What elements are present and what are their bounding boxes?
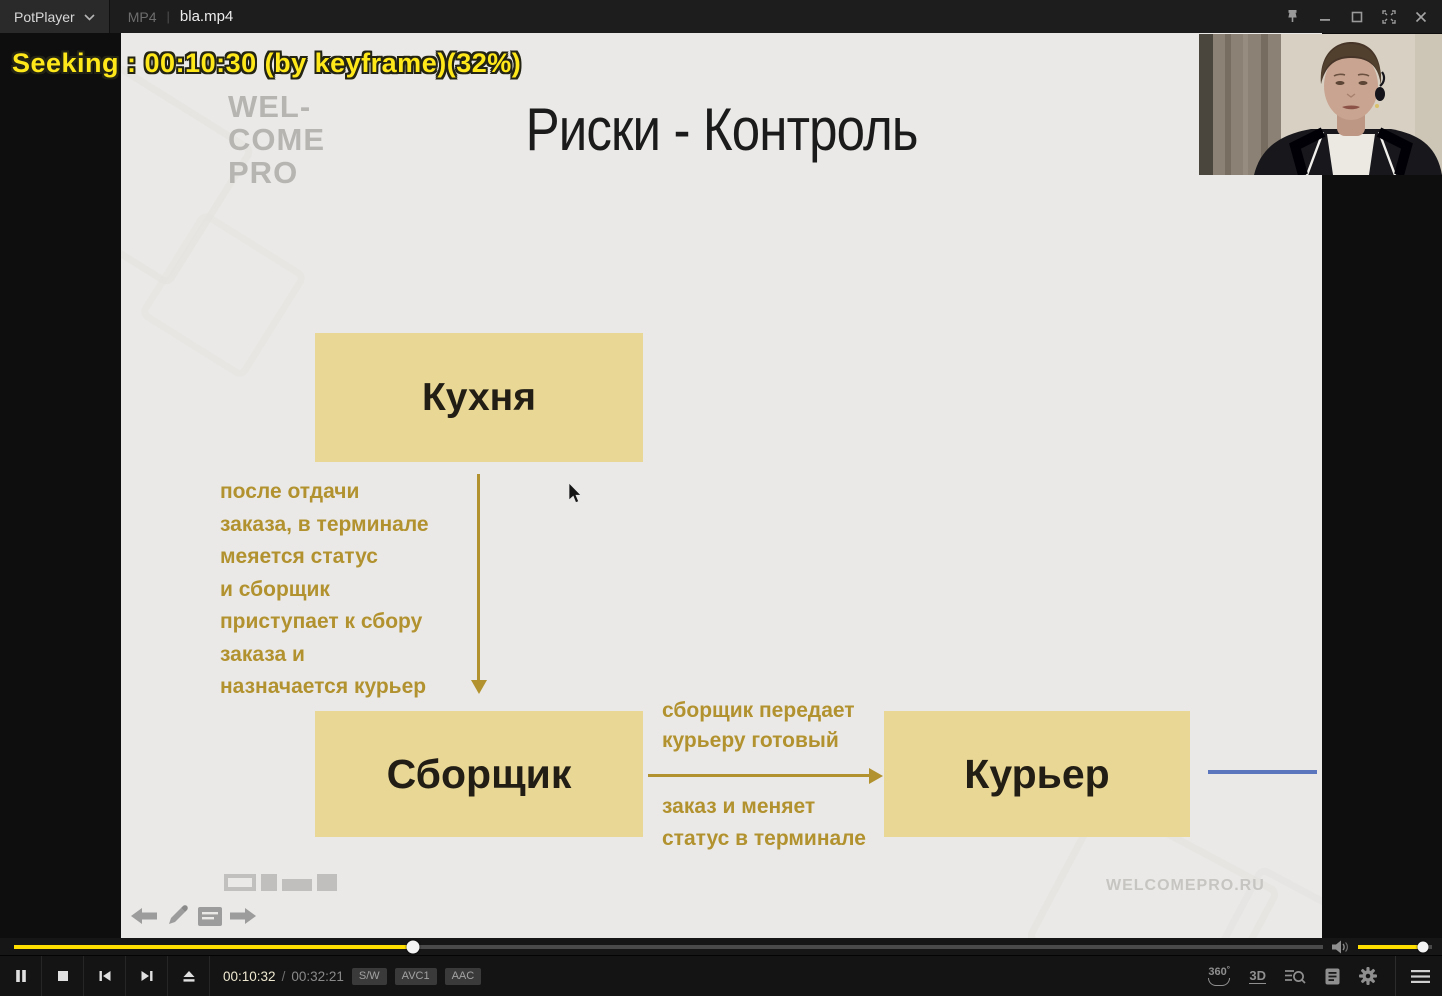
down-arrow-head	[471, 680, 487, 694]
gear-icon[interactable]	[1359, 967, 1377, 985]
volume-thumb[interactable]	[1417, 941, 1429, 952]
minimize-button[interactable]	[1312, 4, 1337, 29]
controlbar-spacer	[481, 956, 1208, 996]
stop-button[interactable]	[42, 956, 84, 996]
watermark-logo	[224, 874, 337, 891]
diagram-box-kitchen: Кухня	[315, 333, 643, 462]
footer-url: WELCOMEPRO.RU	[1106, 877, 1265, 894]
controlbar-right-icons: 360˚ 3D	[1208, 956, 1383, 996]
time-total: 00:32:21	[291, 968, 344, 984]
format-badge: MP4	[127, 8, 157, 25]
slide-title-wrap: Риски - Контроль	[121, 95, 1322, 164]
eject-button[interactable]	[168, 956, 210, 996]
close-button[interactable]	[1408, 4, 1433, 29]
presenter-toolbar	[130, 902, 257, 930]
seek-thumb[interactable]	[406, 940, 420, 953]
audio-codec-badge: AAC	[444, 967, 482, 985]
seek-bar[interactable]	[14, 940, 1323, 953]
pause-button[interactable]	[0, 956, 42, 996]
notes-icon	[196, 902, 224, 930]
chevron-down-icon	[84, 8, 95, 26]
pin-icon[interactable]	[1280, 4, 1305, 29]
diagram-box-assembler: Сборщик	[315, 711, 643, 837]
menu-icon[interactable]	[1398, 956, 1442, 996]
volume-bar[interactable]	[1358, 941, 1432, 952]
maximize-button[interactable]	[1344, 4, 1369, 29]
time-current: 00:10:32	[223, 968, 276, 984]
seek-progress	[14, 944, 414, 949]
note-handover-top: сборщик передает курьеру готовый	[662, 699, 855, 752]
search-list-icon[interactable]	[1285, 968, 1306, 985]
forward-arrow-icon	[229, 902, 257, 930]
rotate-360-icon[interactable]: 360˚	[1208, 966, 1230, 986]
blue-connector-line	[1208, 770, 1317, 774]
pen-icon	[163, 902, 191, 930]
video-display-area[interactable]: WEL- COME PRO Риски - Контроль Кухня пос…	[0, 33, 1442, 938]
title-bar: PotPlayer MP4 | bla.mp4	[0, 0, 1442, 33]
app-menu-button[interactable]: PotPlayer	[0, 0, 110, 33]
down-arrow	[477, 474, 480, 682]
seek-row	[0, 938, 1442, 955]
right-arrow-head	[869, 768, 883, 784]
right-arrow	[648, 774, 872, 777]
note-handover-bottom: заказ и меняет статус в терминале	[662, 795, 866, 850]
controlbar-divider	[1395, 956, 1396, 996]
video-codec-badge: AVC1	[394, 967, 437, 985]
next-button[interactable]	[126, 956, 168, 996]
note-after-handoff: после отдачи заказа, в терминале меяется…	[220, 480, 429, 698]
seek-osd-text: Seeking : 00:10:30 (by keyframe)(32%)	[12, 48, 522, 78]
titlebar-separator: |	[166, 9, 170, 24]
3d-icon[interactable]: 3D	[1249, 969, 1266, 984]
webcam-overlay	[1199, 34, 1442, 175]
decoder-badge: S/W	[351, 967, 387, 985]
time-display: 00:10:32 / 00:32:21 S/W AVC1 AAC	[223, 956, 482, 996]
potplayer-window: PotPlayer MP4 | bla.mp4 WEL- COME PRO Ри…	[0, 0, 1442, 996]
slide-title: Риски - Контроль	[525, 96, 918, 163]
app-name: PotPlayer	[14, 8, 75, 25]
control-bar: 00:10:32 / 00:32:21 S/W AVC1 AAC 360˚ 3D	[0, 955, 1442, 996]
mouse-cursor-icon	[568, 482, 583, 510]
time-separator: /	[281, 968, 286, 984]
presentation-slide: WEL- COME PRO Риски - Контроль Кухня пос…	[121, 33, 1322, 938]
previous-button[interactable]	[84, 956, 126, 996]
back-arrow-icon	[130, 902, 158, 930]
volume-progress	[1358, 944, 1424, 949]
window-controls	[1280, 4, 1442, 29]
file-name: bla.mp4	[179, 8, 234, 25]
diagram-box-courier: Курьер	[884, 711, 1190, 837]
playlist-icon[interactable]	[1325, 968, 1340, 985]
fullscreen-icon[interactable]	[1376, 4, 1401, 29]
speaker-icon[interactable]	[1332, 940, 1349, 954]
